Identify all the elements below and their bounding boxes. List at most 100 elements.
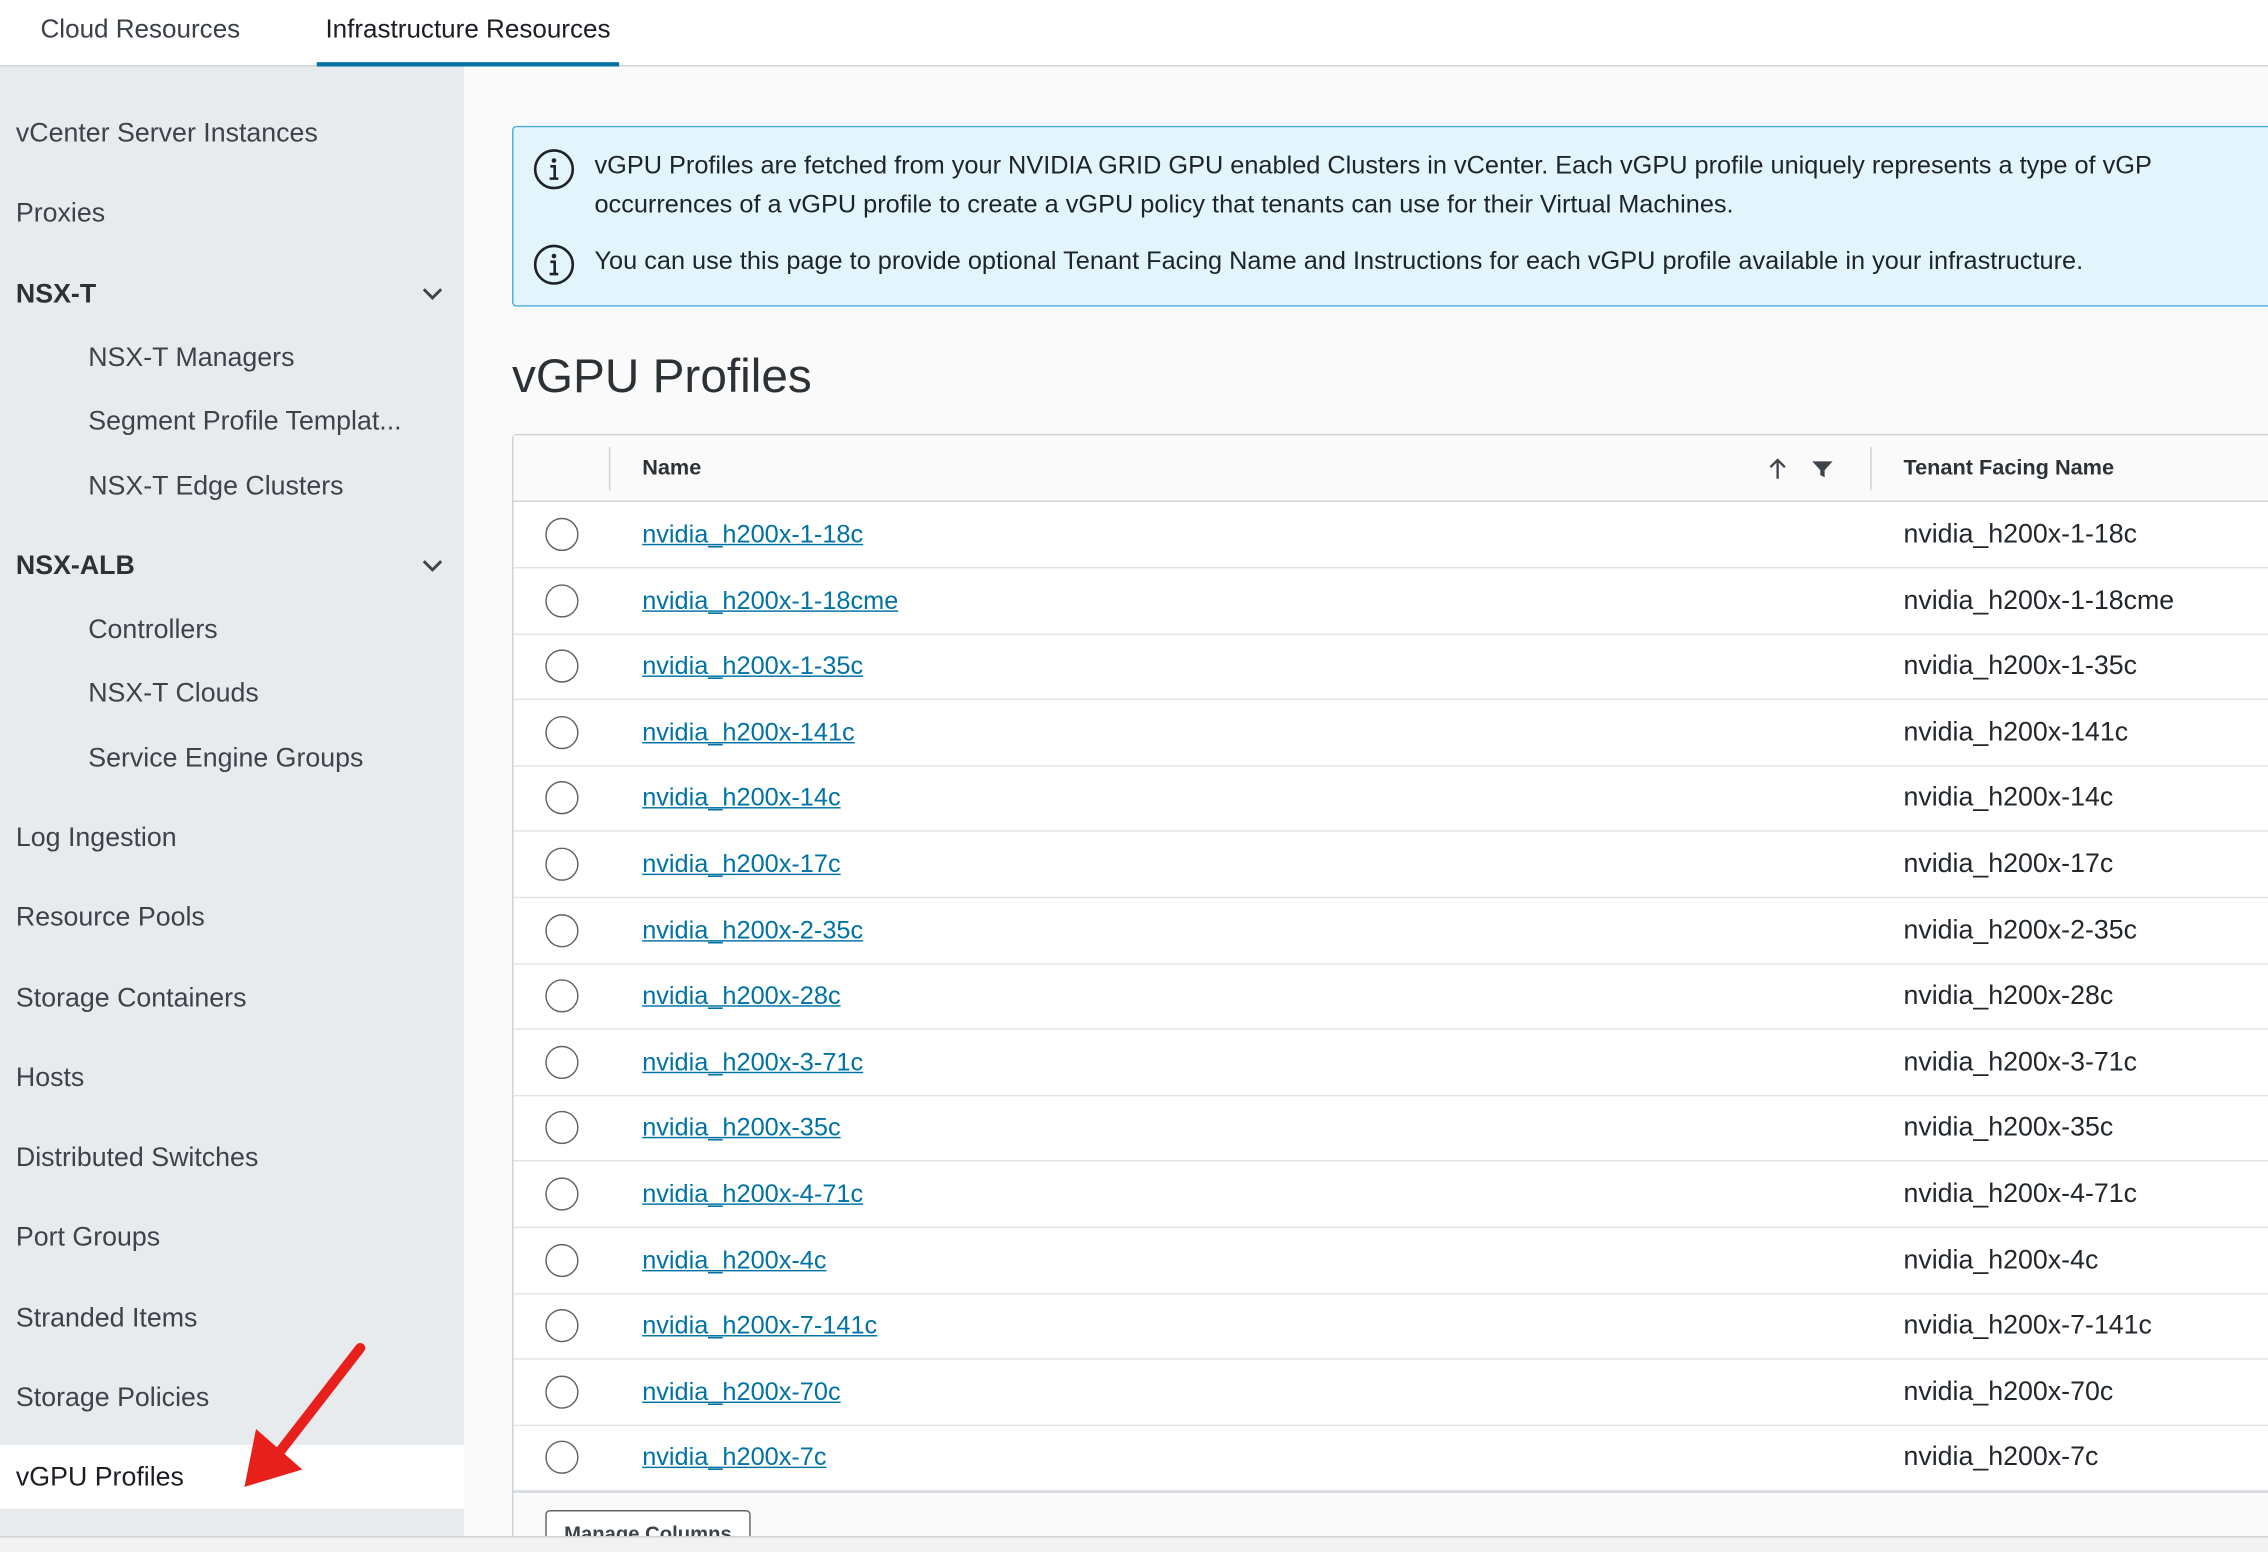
profile-name-link[interactable]: nvidia_h200x-1-18c — [642, 502, 863, 566]
tenant-facing-name: nvidia_h200x-3-71c — [1903, 1045, 2138, 1076]
profile-name-link[interactable]: nvidia_h200x-70c — [642, 1359, 840, 1423]
tab-infrastructure-resources[interactable]: Infrastructure Resources — [316, 0, 620, 67]
tenant-facing-name: nvidia_h200x-1-18c — [1903, 517, 2138, 549]
tenant-facing-name: nvidia_h200x-2-35c — [1903, 913, 2138, 944]
page-title: vGPU Profiles — [512, 348, 812, 403]
sidebar-item-hosts[interactable]: Hosts — [0, 1060, 464, 1095]
row-select-radio[interactable] — [545, 847, 579, 881]
alert-text-line-2: occurrences of a vGPU profile to create … — [594, 189, 1734, 219]
annotation-arrow-icon — [244, 1342, 366, 1487]
sidebar-item-distributed-switches[interactable]: Distributed Switches — [0, 1140, 464, 1175]
sidebar-item-log-ingestion[interactable]: Log Ingestion — [0, 820, 464, 855]
table-row: nvidia_h200x-35c nvidia_h200x-35c — [513, 1095, 2268, 1163]
sidebar-item-storage-policies[interactable]: Storage Policies — [0, 1380, 464, 1415]
column-header-name[interactable]: Name — [642, 435, 701, 502]
table-row: nvidia_h200x-28c nvidia_h200x-28c — [513, 964, 2268, 1031]
profile-name-link[interactable]: nvidia_h200x-7-141c — [642, 1293, 877, 1357]
datagrid-header: Name Tenant Facing Name — [513, 435, 2268, 502]
app-window: Cloud Resources Infrastructure Resources… — [0, 0, 2268, 1552]
vgpu-profiles-datagrid: Name Tenant Facing Name nvidia_h200x-1-1… — [512, 433, 2268, 1552]
sidebar-group-label: NSX-ALB — [15, 549, 135, 581]
tenant-facing-name: nvidia_h200x-7c — [1903, 1441, 2099, 1472]
profile-name-link[interactable]: nvidia_h200x-2-35c — [642, 898, 863, 962]
alert-text-line-3: You can use this page to provide optiona… — [594, 245, 2084, 275]
row-select-radio[interactable] — [545, 913, 579, 947]
tenant-facing-name: nvidia_h200x-7-141c — [1903, 1309, 2152, 1340]
table-row: nvidia_h200x-2-35c nvidia_h200x-2-35c — [513, 898, 2268, 965]
sidebar-item-nsx-t-managers[interactable]: NSX-T Managers — [0, 340, 464, 375]
column-header-tenant-facing-name[interactable]: Tenant Facing Name — [1903, 435, 2114, 502]
sidebar-group-nsx-alb[interactable]: NSX-ALB — [0, 548, 464, 583]
profile-name-link[interactable]: nvidia_h200x-141c — [642, 700, 855, 764]
tenant-facing-name: nvidia_h200x-141c — [1903, 715, 2129, 747]
row-select-radio[interactable] — [545, 1309, 579, 1343]
row-select-radio[interactable] — [545, 649, 579, 683]
main-content: vGPU Profiles are fetched from your NVID… — [464, 66, 2268, 1552]
info-alert: vGPU Profiles are fetched from your NVID… — [512, 125, 2268, 307]
tenant-facing-name: nvidia_h200x-4c — [1903, 1243, 2099, 1274]
profile-name-link[interactable]: nvidia_h200x-1-18cme — [642, 568, 898, 632]
sidebar-item-segment-profile-templates[interactable]: Segment Profile Templat... — [0, 404, 464, 439]
row-select-radio[interactable] — [545, 979, 579, 1013]
profile-name-link[interactable]: nvidia_h200x-17c — [642, 832, 840, 896]
tab-cloud-resources[interactable]: Cloud Resources — [32, 0, 249, 67]
sort-ascending-icon[interactable] — [1765, 456, 1791, 482]
info-icon — [533, 149, 575, 190]
row-select-radio[interactable] — [545, 1441, 579, 1475]
profile-name-link[interactable]: nvidia_h200x-4-71c — [642, 1161, 863, 1225]
table-row: nvidia_h200x-4c nvidia_h200x-4c — [513, 1227, 2268, 1294]
sidebar-item-vcenter-server-instances[interactable]: vCenter Server Instances — [0, 116, 464, 151]
profile-name-link[interactable]: nvidia_h200x-7c — [642, 1425, 826, 1489]
tenant-facing-name: nvidia_h200x-14c — [1903, 781, 2114, 812]
table-row: nvidia_h200x-7c nvidia_h200x-7c — [513, 1425, 2268, 1492]
profile-name-link[interactable]: nvidia_h200x-14c — [642, 766, 840, 830]
info-icon — [533, 244, 575, 285]
table-row: nvidia_h200x-141c nvidia_h200x-141c — [513, 700, 2268, 767]
tab-bar: Cloud Resources Infrastructure Resources — [0, 0, 2268, 67]
sidebar-item-resource-pools[interactable]: Resource Pools — [0, 900, 464, 935]
sidebar-item-nsx-t-edge-clusters[interactable]: NSX-T Edge Clusters — [0, 469, 464, 504]
sidebar-item-proxies[interactable]: Proxies — [0, 195, 464, 230]
tenant-facing-name: nvidia_h200x-28c — [1903, 979, 2114, 1010]
row-select-radio[interactable] — [545, 583, 579, 618]
profile-name-link[interactable]: nvidia_h200x-1-35c — [642, 634, 863, 698]
row-select-radio[interactable] — [545, 517, 579, 552]
table-row: nvidia_h200x-4-71c nvidia_h200x-4-71c — [513, 1161, 2268, 1228]
tenant-facing-name: nvidia_h200x-1-35c — [1903, 649, 2138, 681]
table-row: nvidia_h200x-1-18cme nvidia_h200x-1-18cm… — [513, 568, 2268, 635]
profile-name-link[interactable]: nvidia_h200x-4c — [642, 1227, 826, 1291]
sidebar-item-service-engine-groups[interactable]: Service Engine Groups — [0, 741, 464, 776]
row-select-radio[interactable] — [545, 1177, 579, 1211]
sidebar-item-vgpu-profiles[interactable]: vGPU Profiles — [0, 1444, 465, 1509]
tenant-facing-name: nvidia_h200x-4-71c — [1903, 1177, 2138, 1208]
row-select-radio[interactable] — [545, 715, 579, 749]
row-select-radio[interactable] — [545, 1045, 579, 1079]
filter-icon[interactable] — [1809, 456, 1835, 482]
sidebar-item-storage-containers[interactable]: Storage Containers — [0, 981, 464, 1016]
profile-name-link[interactable]: nvidia_h200x-3-71c — [642, 1030, 863, 1094]
row-select-radio[interactable] — [545, 781, 579, 815]
sidebar-item-controllers[interactable]: Controllers — [0, 612, 464, 647]
table-row: nvidia_h200x-7-141c nvidia_h200x-7-141c — [513, 1293, 2268, 1360]
tenant-facing-name: nvidia_h200x-35c — [1903, 1111, 2114, 1142]
row-select-radio[interactable] — [545, 1375, 579, 1409]
bottom-bar — [0, 1536, 2268, 1552]
row-select-radio[interactable] — [545, 1111, 579, 1145]
profile-name-link[interactable]: nvidia_h200x-28c — [642, 964, 840, 1028]
sidebar-item-stranded-items[interactable]: Stranded Items — [0, 1300, 464, 1335]
sidebar: vCenter Server Instances Proxies NSX-T N… — [0, 66, 465, 1537]
profile-name-link[interactable]: nvidia_h200x-35c — [642, 1095, 840, 1159]
sidebar-item-port-groups[interactable]: Port Groups — [0, 1219, 464, 1254]
column-separator — [1870, 446, 1872, 491]
row-select-radio[interactable] — [545, 1243, 579, 1277]
table-row: nvidia_h200x-1-18c nvidia_h200x-1-18c — [513, 502, 2268, 569]
table-row: nvidia_h200x-17c nvidia_h200x-17c — [513, 832, 2268, 899]
sidebar-group-nsx-t[interactable]: NSX-T — [0, 276, 464, 311]
tenant-facing-name: nvidia_h200x-1-18cme — [1903, 583, 2175, 615]
alert-text-line-1: vGPU Profiles are fetched from your NVID… — [594, 150, 2152, 180]
chevron-down-icon — [422, 560, 443, 572]
sidebar-item-nsx-t-clouds[interactable]: NSX-T Clouds — [0, 675, 464, 710]
column-separator — [608, 446, 611, 491]
table-row: nvidia_h200x-1-35c nvidia_h200x-1-35c — [513, 634, 2268, 701]
table-row: nvidia_h200x-70c nvidia_h200x-70c — [513, 1359, 2268, 1426]
